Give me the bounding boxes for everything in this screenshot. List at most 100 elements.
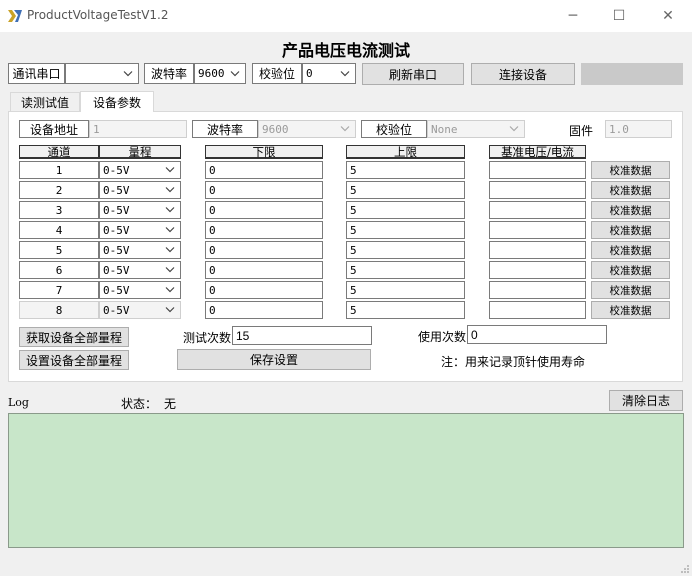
reference-value-field[interactable] <box>489 261 586 279</box>
calibrate-button[interactable]: 校准数据 <box>591 241 670 259</box>
chevron-down-icon <box>165 287 175 293</box>
refresh-port-button[interactable]: 刷新串口 <box>362 63 464 85</box>
connect-device-button[interactable]: 连接设备 <box>471 63 575 85</box>
range-select[interactable]: 0-5V <box>99 181 181 199</box>
maximize-button[interactable]: ☐ <box>596 0 642 32</box>
calibrate-button[interactable]: 校准数据 <box>591 201 670 219</box>
device-parity-value: None <box>431 122 458 136</box>
calibrate-button[interactable]: 校准数据 <box>591 281 670 299</box>
lower-limit-field[interactable]: 0 <box>205 181 323 199</box>
reference-value-field[interactable] <box>489 161 586 179</box>
channel-cell: 3 <box>19 201 99 219</box>
calibrate-button[interactable]: 校准数据 <box>591 181 670 199</box>
channel-cell: 8 <box>19 301 99 319</box>
reference-value-field[interactable] <box>489 181 586 199</box>
connection-status-indicator <box>581 63 683 85</box>
device-baud-select[interactable]: 9600 <box>258 120 356 138</box>
port-label: 通讯串口 <box>8 63 65 84</box>
baud-label: 波特率 <box>144 63 194 84</box>
resize-grip-icon[interactable] <box>680 564 690 574</box>
upper-limit-field[interactable]: 5 <box>346 181 465 199</box>
reference-value-field[interactable] <box>489 281 586 299</box>
test-count-field[interactable]: 15 <box>232 326 372 345</box>
device-baud-value: 9600 <box>262 122 289 136</box>
header-reference: 基准电压/电流 <box>489 145 586 159</box>
get-all-ranges-button[interactable]: 获取设备全部量程 <box>19 327 129 347</box>
chevron-down-icon <box>123 70 133 76</box>
use-count-label: 使用次数 <box>418 330 467 344</box>
chevron-down-icon <box>165 227 175 233</box>
save-settings-button[interactable]: 保存设置 <box>177 349 371 370</box>
firmware-field: 1.0 <box>605 120 672 138</box>
chevron-down-icon <box>165 267 175 273</box>
status-value: 无 <box>164 397 177 411</box>
calibrate-button[interactable]: 校准数据 <box>591 161 670 179</box>
port-select[interactable] <box>65 63 139 84</box>
channel-cell: 7 <box>19 281 99 299</box>
lower-limit-field[interactable]: 0 <box>205 261 323 279</box>
upper-limit-field[interactable]: 5 <box>346 301 465 319</box>
range-select[interactable]: 0-5V <box>99 241 181 259</box>
range-value: 0-5V <box>103 303 130 317</box>
range-select[interactable]: 0-5V <box>99 301 181 319</box>
upper-limit-field[interactable]: 5 <box>346 201 465 219</box>
upper-limit-field[interactable]: 5 <box>346 281 465 299</box>
tab-read-values[interactable]: 读测试值 <box>10 92 80 111</box>
range-select[interactable]: 0-5V <box>99 201 181 219</box>
range-select[interactable]: 0-5V <box>99 261 181 279</box>
range-value: 0-5V <box>103 223 130 237</box>
reference-value-field[interactable] <box>489 221 586 239</box>
device-parity-label: 校验位 <box>361 120 427 138</box>
log-textarea[interactable] <box>8 413 684 548</box>
upper-limit-field[interactable]: 5 <box>346 261 465 279</box>
chevron-down-icon <box>165 167 175 173</box>
calibrate-button[interactable]: 校准数据 <box>591 221 670 239</box>
clear-log-button[interactable]: 清除日志 <box>609 390 683 411</box>
channel-cell: 6 <box>19 261 99 279</box>
chevron-down-icon <box>230 70 240 76</box>
range-value: 0-5V <box>103 203 130 217</box>
reference-value-field[interactable] <box>489 301 586 319</box>
channel-cell: 4 <box>19 221 99 239</box>
address-field[interactable]: 1 <box>89 120 187 138</box>
close-button[interactable]: ✕ <box>645 0 691 32</box>
range-select[interactable]: 0-5V <box>99 281 181 299</box>
upper-limit-field[interactable]: 5 <box>346 221 465 239</box>
parity-select[interactable]: 0 <box>302 63 356 84</box>
usage-note: 注：用来记录顶针使用寿命 <box>441 355 586 369</box>
reference-value-field[interactable] <box>489 201 586 219</box>
status-label: 状态： <box>121 397 158 411</box>
lower-limit-field[interactable]: 0 <box>205 301 323 319</box>
chevron-down-icon <box>340 126 350 132</box>
calibrate-button[interactable]: 校准数据 <box>591 301 670 319</box>
use-count-field[interactable]: 0 <box>467 325 607 344</box>
channel-cell: 1 <box>19 161 99 179</box>
range-select[interactable]: 0-5V <box>99 221 181 239</box>
lower-limit-field[interactable]: 0 <box>205 161 323 179</box>
lower-limit-field[interactable]: 0 <box>205 241 323 259</box>
channel-cell: 5 <box>19 241 99 259</box>
reference-value-field[interactable] <box>489 241 586 259</box>
baud-select[interactable]: 9600 <box>194 63 246 84</box>
range-value: 0-5V <box>103 263 130 277</box>
chevron-down-icon <box>509 126 519 132</box>
range-value: 0-5V <box>103 163 130 177</box>
range-select[interactable]: 0-5V <box>99 161 181 179</box>
device-parity-select[interactable]: None <box>427 120 525 138</box>
address-label: 设备地址 <box>19 120 89 138</box>
calibrate-button[interactable]: 校准数据 <box>591 261 670 279</box>
lower-limit-field[interactable]: 0 <box>205 221 323 239</box>
chevron-down-icon <box>165 247 175 253</box>
minimize-button[interactable]: ─ <box>550 0 596 32</box>
upper-limit-field[interactable]: 5 <box>346 161 465 179</box>
chevron-down-icon <box>340 70 350 76</box>
range-value: 0-5V <box>103 283 130 297</box>
tab-device-params[interactable]: 设备参数 <box>80 91 154 112</box>
lower-limit-field[interactable]: 0 <box>205 281 323 299</box>
title-bar: ProductVoltageTestV1.2 ─ ☐ ✕ <box>0 0 692 32</box>
set-all-ranges-button[interactable]: 设置设备全部量程 <box>19 350 129 370</box>
lower-limit-field[interactable]: 0 <box>205 201 323 219</box>
upper-limit-field[interactable]: 5 <box>346 241 465 259</box>
device-baud-label: 波特率 <box>192 120 258 138</box>
baud-value: 9600 <box>198 67 225 80</box>
